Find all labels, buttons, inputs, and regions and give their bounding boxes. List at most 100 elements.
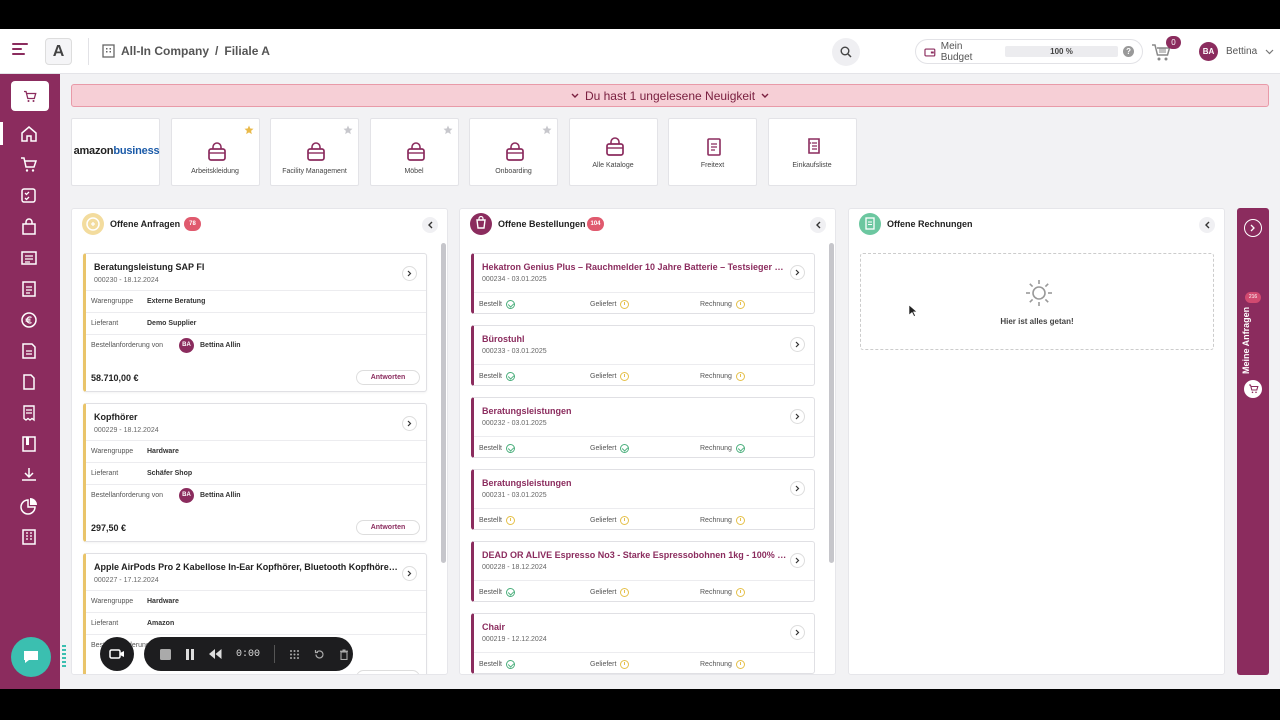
catalog-tile[interactable]: Freitext <box>668 118 757 186</box>
breadcrumb-branch[interactable]: Filiale A <box>224 44 270 58</box>
open-request-button[interactable] <box>402 416 417 431</box>
star-icon[interactable] <box>343 125 353 135</box>
recorder-controls: 0:00 <box>144 637 353 671</box>
camera-button[interactable] <box>100 637 134 671</box>
star-icon[interactable] <box>244 125 254 135</box>
status-label: Rechnung <box>700 301 732 308</box>
recording-time: 0:00 <box>236 648 261 660</box>
count-badge: 78 <box>184 217 201 231</box>
stop-icon[interactable] <box>160 648 171 660</box>
pause-icon[interactable] <box>185 648 195 660</box>
star-icon[interactable] <box>542 125 552 135</box>
news-banner[interactable]: Du hast 1 ungelesene Neuigkeit <box>71 84 1269 107</box>
catalog-tile[interactable]: Einkaufsliste <box>767 118 857 186</box>
request-meta: 000230 - 18.12.2024 <box>94 277 159 284</box>
breadcrumb: All-In Company / Filiale A <box>102 44 270 58</box>
sidebar-item-checklist[interactable] <box>0 180 60 211</box>
sidebar-item-invoice[interactable] <box>0 335 60 366</box>
building-icon <box>102 44 115 58</box>
open-request-button[interactable] <box>402 266 417 281</box>
request-card[interactable]: Kopfhörer 000229 - 18.12.2024 Warengruppe H… <box>83 403 427 542</box>
order-title: DEAD OR ALIVE Espresso No3 - Starke Espr… <box>482 550 787 560</box>
open-order-button[interactable] <box>790 625 805 640</box>
open-order-button[interactable] <box>790 553 805 568</box>
search-button[interactable] <box>832 38 860 66</box>
pending-icon <box>505 516 515 525</box>
sidebar-item-book[interactable] <box>0 428 60 459</box>
breadcrumb-company[interactable]: All-In Company <box>121 44 209 58</box>
catalog-tile[interactable]: Arbeitskleidung <box>170 118 260 186</box>
my-requests-sidepanel[interactable]: 216 Meine Anfragen <box>1237 208 1269 675</box>
chat-button[interactable] <box>11 637 51 677</box>
chevron-right-icon <box>407 420 412 427</box>
grid-icon[interactable] <box>289 649 300 660</box>
status-delivered: Geliefert <box>590 516 630 525</box>
order-card[interactable]: DEAD OR ALIVE Espresso No3 - Starke Espr… <box>471 541 815 602</box>
open-order-button[interactable] <box>790 265 805 280</box>
pending-icon <box>620 588 630 597</box>
catalog-bag-icon <box>307 142 325 161</box>
order-status-row: Bestellt Geliefert Rechnung <box>474 652 814 674</box>
sidebar-item-home[interactable] <box>0 118 60 149</box>
open-order-button[interactable] <box>790 337 805 352</box>
scrollbar[interactable] <box>829 243 834 563</box>
order-card[interactable]: Bürostuhl 000233 - 03.01.2025 Bestellt Geli… <box>471 325 815 386</box>
sidebar-item-pie-chart[interactable] <box>0 490 60 521</box>
sidebar-item-receipt[interactable] <box>0 397 60 428</box>
order-card[interactable]: Beratungsleistungen 000231 - 03.01.2025 Be… <box>471 469 815 530</box>
catalog-tile[interactable]: Onboarding <box>469 118 558 186</box>
reply-button[interactable]: Antworten <box>356 670 420 674</box>
empty-state: Hier ist alles getan! <box>860 253 1214 350</box>
order-card[interactable]: Chair 000219 - 12.12.2024 Bestellt Geliefer… <box>471 613 815 674</box>
collapse-button[interactable] <box>422 217 438 233</box>
order-card[interactable]: Beratungsleistungen 000232 - 03.01.2025 Be… <box>471 397 815 458</box>
pending-icon <box>735 588 745 597</box>
shop-button[interactable] <box>11 81 49 111</box>
order-title: Beratungsleistungen <box>482 406 572 416</box>
user-menu[interactable]: BA Bettina <box>1199 42 1274 61</box>
rewind-icon[interactable] <box>209 649 222 659</box>
restart-icon[interactable] <box>314 649 325 660</box>
status-ordered: Bestellt <box>479 372 515 381</box>
open-request-button[interactable] <box>402 566 417 581</box>
company-logo[interactable]: A <box>45 38 72 65</box>
sidebar-item-bag[interactable] <box>0 211 60 242</box>
collapse-button[interactable] <box>810 217 826 233</box>
trash-icon[interactable] <box>339 649 349 660</box>
collapse-button[interactable] <box>1199 217 1215 233</box>
budget-widget[interactable]: Mein Budget 100 % ? <box>915 39 1143 64</box>
star-icon[interactable] <box>443 125 453 135</box>
sidebar-item-euro[interactable] <box>0 304 60 335</box>
expand-button[interactable] <box>1244 219 1262 237</box>
reply-button[interactable]: Antworten <box>356 370 420 385</box>
cart-count-badge: 0 <box>1166 36 1181 49</box>
status-invoice: Rechnung <box>700 588 745 597</box>
scrollbar[interactable] <box>441 243 446 563</box>
catalog-tile[interactable]: Facility Management <box>270 118 359 186</box>
help-icon[interactable]: ? <box>1123 46 1134 57</box>
sidebar-item-building[interactable] <box>0 521 60 552</box>
catalog-tile[interactable]: Alle Kataloge <box>568 118 658 186</box>
drag-handle[interactable] <box>62 645 66 667</box>
sidebar-item-document[interactable] <box>0 273 60 304</box>
open-order-button[interactable] <box>790 409 805 424</box>
detail-row: Bestellanforderung von BA Bettina Allin <box>86 484 426 506</box>
bag-icon <box>22 217 36 235</box>
cart-button[interactable] <box>1244 380 1262 398</box>
menu-icon[interactable] <box>12 43 28 59</box>
download-icon <box>22 467 36 481</box>
checklist-icon <box>21 187 36 203</box>
reply-button[interactable]: Antworten <box>356 520 420 535</box>
sidebar-item-cart[interactable] <box>0 149 60 180</box>
open-order-button[interactable] <box>790 481 805 496</box>
pending-icon <box>620 516 630 525</box>
user-name: Bettina <box>1226 46 1258 57</box>
status-ordered: Bestellt <box>479 300 515 309</box>
catalog-tile[interactable]: amazonbusiness <box>71 118 160 186</box>
sidebar-item-file[interactable] <box>0 366 60 397</box>
sidebar-item-download[interactable] <box>0 459 60 490</box>
sidebar-item-catalog[interactable] <box>0 242 60 273</box>
order-card[interactable]: Hekatron Genius Plus – Rauchmelder 10 Ja… <box>471 253 815 314</box>
catalog-tile[interactable]: Möbel <box>369 118 459 186</box>
request-card[interactable]: Beratungsleistung SAP FI 000230 - 18.12.2… <box>83 253 427 392</box>
